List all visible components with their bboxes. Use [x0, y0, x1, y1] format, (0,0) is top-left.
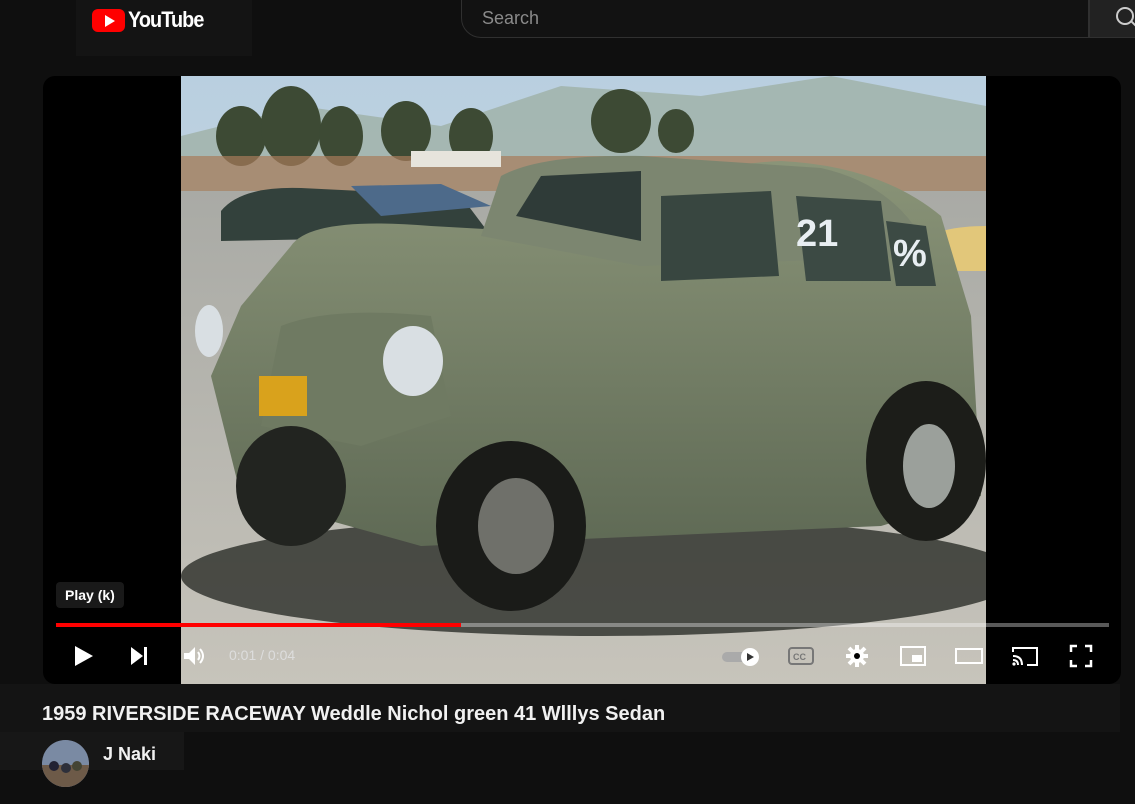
fullscreen-icon — [1069, 644, 1093, 668]
captions-icon: CC — [788, 647, 814, 665]
next-button[interactable] — [121, 636, 157, 676]
autoplay-toggle[interactable] — [719, 636, 763, 676]
duration: 0:04 — [267, 647, 296, 663]
svg-text:CC: CC — [793, 652, 806, 662]
play-icon — [75, 646, 93, 666]
video-title: 1959 RIVERSIDE RACEWAY Weddle Nichol gre… — [42, 703, 666, 725]
progress-played — [56, 623, 462, 627]
autoplay-toggle-icon — [722, 648, 759, 666]
svg-text:21: 21 — [796, 213, 838, 255]
cast-button[interactable] — [1007, 636, 1043, 676]
search-button[interactable] — [1089, 0, 1135, 38]
channel-name[interactable]: J Naki — [103, 744, 156, 765]
cast-icon — [1012, 647, 1038, 666]
time-separator: / — [256, 647, 268, 663]
play-tooltip: Play (k) — [56, 582, 124, 608]
avatar[interactable] — [42, 740, 89, 787]
svg-text:%: % — [893, 233, 927, 275]
captions-button[interactable]: CC — [783, 636, 819, 676]
progress-bar[interactable] — [56, 623, 1109, 627]
mute-button[interactable] — [177, 636, 213, 676]
volume-icon — [184, 647, 204, 665]
youtube-logo[interactable]: YouTube — [92, 7, 212, 33]
settings-icon — [846, 645, 868, 667]
video-player[interactable]: 21 % Play (k) 0:01 / 0:04 CC — [43, 76, 1121, 684]
play-button[interactable] — [65, 636, 101, 676]
miniplayer-icon — [900, 646, 926, 666]
time-display: 0:01 / 0:04 — [229, 647, 295, 663]
logo-text: YouTube — [128, 7, 204, 32]
search-box[interactable] — [461, 0, 1089, 38]
theater-button[interactable] — [951, 636, 987, 676]
player-controls: 0:01 / 0:04 CC — [43, 636, 1121, 680]
youtube-play-icon — [92, 8, 125, 32]
theater-icon — [955, 648, 983, 664]
search-input[interactable] — [480, 4, 1044, 32]
video-frame[interactable]: 21 % — [181, 76, 986, 684]
settings-button[interactable] — [839, 636, 875, 676]
fullscreen-button[interactable] — [1063, 636, 1099, 676]
channel-avatar-image — [42, 740, 89, 787]
video-still-image: 21 % — [181, 76, 986, 684]
next-icon — [131, 647, 147, 665]
channel-band — [0, 732, 184, 770]
current-time: 0:01 — [229, 647, 257, 663]
miniplayer-button[interactable] — [895, 636, 931, 676]
